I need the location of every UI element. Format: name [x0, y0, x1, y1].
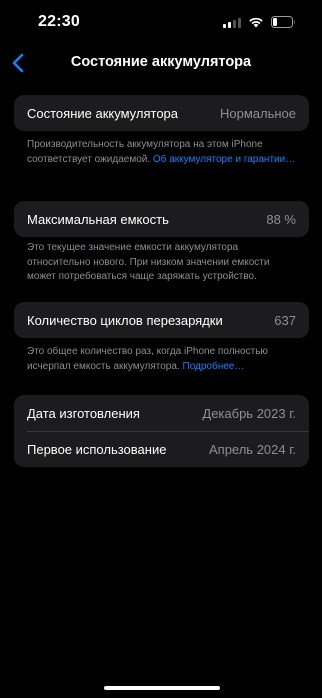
status-icons	[223, 16, 296, 28]
first-use-label: Первое использование	[27, 441, 167, 457]
max-capacity-label: Максимальная емкость	[27, 211, 169, 227]
cycle-count-note: Это общее количество раз, когда iPhone п…	[27, 345, 297, 374]
learn-more-link[interactable]: Подробнее…	[183, 361, 245, 372]
max-capacity-note-text: Это текущее значение емкости аккумулятор…	[27, 242, 270, 282]
manufacture-date-row: Дата изготовления Декабрь 2023 г.	[14, 395, 309, 431]
first-use-row: Первое использование Апрель 2024 г.	[14, 431, 309, 467]
battery-health-note: Производительность аккумулятора на этом …	[27, 138, 297, 167]
first-use-value: Апрель 2024 г.	[208, 441, 296, 457]
page-title: Состояние аккумулятора	[70, 54, 252, 70]
dates-card: Дата изготовления Декабрь 2023 г. Первое…	[14, 395, 309, 467]
wifi-icon	[249, 17, 263, 28]
battery-health-value: Нормальное	[219, 105, 296, 121]
cellular-signal-icon	[223, 16, 241, 28]
cycle-count-value: 637	[274, 312, 296, 328]
status-bar: 22:30	[0, 0, 322, 44]
max-capacity-value: 88 %	[266, 211, 296, 227]
home-indicator[interactable]	[104, 686, 220, 690]
battery-health-row: Состояние аккумулятора Нормальное	[14, 95, 309, 131]
manufacture-date-value: Декабрь 2023 г.	[202, 405, 296, 421]
max-capacity-note: Это текущее значение емкости аккумулятор…	[27, 241, 297, 285]
battery-health-label: Состояние аккумулятора	[27, 105, 179, 121]
manufacture-date-label: Дата изготовления	[27, 405, 140, 421]
max-capacity-card: Максимальная емкость 88 %	[14, 201, 309, 237]
max-capacity-row: Максимальная емкость 88 %	[14, 201, 309, 237]
cycle-count-label: Количество циклов перезарядки	[27, 312, 223, 328]
battery-health-card: Состояние аккумулятора Нормальное	[14, 95, 309, 131]
status-time: 22:30	[38, 13, 80, 30]
cycle-count-card: Количество циклов перезарядки 637	[14, 302, 309, 338]
about-battery-warranty-link[interactable]: Об аккумуляторе и гарантии…	[153, 154, 295, 165]
cycle-count-row: Количество циклов перезарядки 637	[14, 302, 309, 338]
battery-icon	[271, 16, 295, 28]
navigation-bar: Состояние аккумулятора	[0, 48, 322, 78]
